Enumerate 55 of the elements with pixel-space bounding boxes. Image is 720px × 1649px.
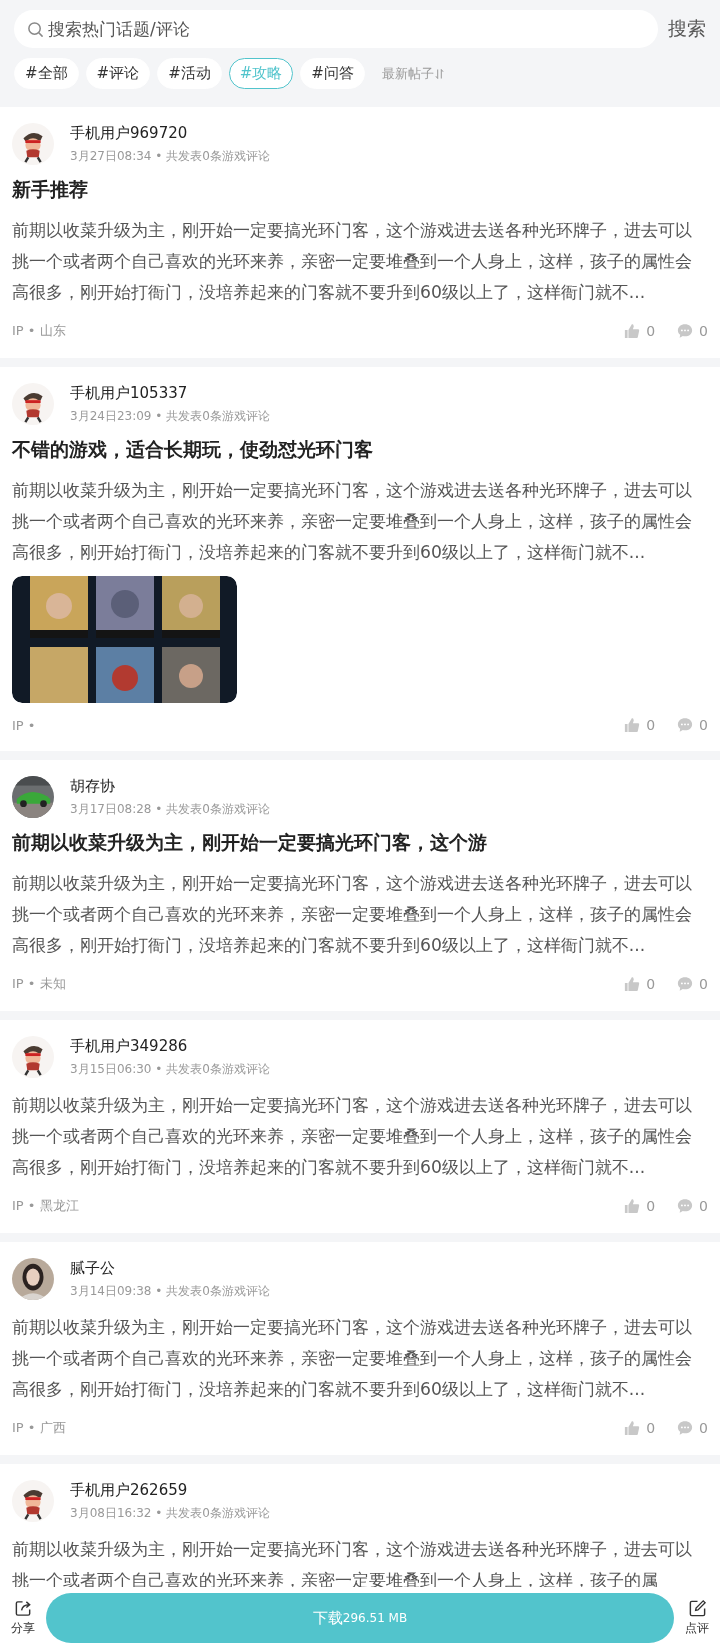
post-meta: 3月15日06:30 • 共发表0条游戏评论 [70,1060,270,1078]
user-name: 手机用户262659 [70,1480,189,1500]
topic-tab[interactable]: #全部 [14,58,79,89]
ip-location: IP • 广西 [12,1419,66,1437]
sort-button[interactable]: 最新帖子 [381,64,444,83]
user-name: 手机用户349286 [70,1036,189,1056]
cartoon-avatar-icon [12,1036,54,1078]
sort-icon [434,67,444,80]
share-icon [13,1599,33,1618]
topic-tab[interactable]: #攻略 [228,58,294,89]
comment-button[interactable]: 0 [677,1420,708,1436]
ip-location: IP • 未知 [12,975,66,993]
post-meta: 3月17日08:28 • 共发表0条游戏评论 [70,800,270,818]
ip-location: IP • 山东 [12,322,66,340]
post-body: 前期以收菜升级为主，刚开始一定要搞光环门客，这个游戏进去送各种光环牌子，进去可以挑一个或者两个自己喜欢的光环来养，亲密一定要堆叠到一个人身上，这样，孩子的属性会高很多，刚开始打衙门，没培养起来的门客就不要升到60级以上了，这样衙门就不... [12,479,693,564]
ip-location: IP • [12,717,36,733]
search-field[interactable]: 搜索热门话题/评论 [14,10,658,48]
user-name: 手机用户969720 [70,123,189,143]
cartoon-avatar-icon [12,123,54,165]
comment-button[interactable]: 0 [677,1198,708,1214]
topic-tab[interactable]: #问答 [300,58,365,89]
cartoon-avatar-icon [12,1480,54,1522]
post-title: 前期以收菜升级为主，刚开始一定要搞光环门客，这个游 [12,830,488,855]
edit-icon [687,1599,707,1618]
person-avatar-icon [12,1258,54,1300]
search-button[interactable]: 搜索 [668,16,706,42]
post-meta: 3月14日09:38 • 共发表0条游戏评论 [70,1282,270,1300]
download-button[interactable]: 下载296.51 MB [46,1593,674,1643]
comment-button[interactable]: 0 [677,717,708,733]
like-button[interactable]: 0 [624,1420,656,1436]
topic-tab[interactable]: #活动 [157,58,222,89]
like-button[interactable]: 0 [624,976,656,992]
like-button[interactable]: 0 [624,323,656,339]
user-name: 手机用户105337 [70,383,189,403]
comment-button[interactable]: 0 [677,323,708,339]
post-meta: 3月27日08:34 • 共发表0条游戏评论 [70,147,270,165]
search-icon [27,21,44,38]
post-title: 新手推荐 [12,177,89,202]
post-title: 不错的游戏，适合长期玩，使劲怼光环门客 [12,437,374,462]
review-button[interactable]: 点评 [680,1599,714,1637]
post-body: 前期以收菜升级为主，刚开始一定要搞光环门客，这个游戏进去送各种光环牌子，进去可以挑一个或者两个自己喜欢的光环来养，亲密一定要堆叠到一个人身上，这样，孩子的属性会高很多，刚开始打衙门，没培养起来的门客就不要升到60级以上了，这样衙门就不... [12,1316,693,1401]
like-button[interactable]: 0 [624,717,656,733]
like-button[interactable]: 0 [624,1198,656,1214]
post-meta: 3月24日23:09 • 共发表0条游戏评论 [70,407,270,425]
post-body: 前期以收菜升级为主，刚开始一定要搞光环门客，这个游戏进去送各种光环牌子，进去可以挑一个或者两个自己喜欢的光环来养，亲密一定要堆叠到一个人身上，这样，孩子的属性会高很多，刚开始打衙门，没培养起来的门客就不要升到60级以上了，这样衙门就不... [12,219,693,304]
post-meta: 3月08日16:32 • 共发表0条游戏评论 [70,1504,270,1522]
comment-button[interactable]: 0 [677,976,708,992]
topic-tab[interactable]: #评论 [85,58,151,89]
cartoon-avatar-icon [12,383,54,425]
post-body: 前期以收菜升级为主，刚开始一定要搞光环门客，这个游戏进去送各种光环牌子，进去可以挑一个或者两个自己喜欢的光环来养，亲密一定要堆叠到一个人身上，这样，孩子的属性会高很多，刚开始打衙门，没培养起来的门客就不要升到60级以上了，这样衙门就不... [12,1094,693,1179]
post-body: 前期以收菜升级为主，刚开始一定要搞光环门客，这个游戏进去送各种光环牌子，进去可以挑一个或者两个自己喜欢的光环来养，亲密一定要堆叠到一个人身上，这样，孩子的属性会高很多，刚开始打衙门，没培养起来的门客就不要升到60级以上了，这样衙门就不... [12,872,693,957]
ip-location: IP • 黑龙江 [12,1197,79,1215]
user-name: 腻子公 [70,1258,116,1278]
share-button[interactable]: 分享 [6,1599,40,1637]
user-name: 胡存协 [70,776,116,796]
